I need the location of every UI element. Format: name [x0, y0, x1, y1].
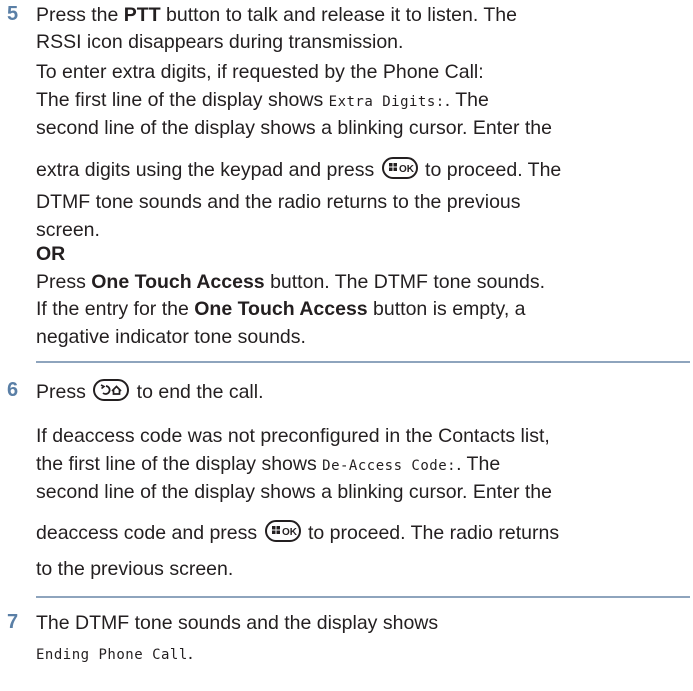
step-text-line: To enter extra digits, if requested by t… [36, 61, 484, 83]
text: The first line of the display shows [36, 89, 329, 111]
text: extra digits using the keypad and press [36, 159, 380, 181]
step-text-line: If the entry for the One Touch Access bu… [36, 297, 526, 321]
step-number: 5 [7, 3, 19, 25]
step-number: 6 [7, 379, 19, 401]
step-text-line: Ending Phone Call. [36, 641, 193, 667]
text: button to talk and release it to listen.… [160, 4, 517, 26]
text: the first line of the display shows [36, 453, 323, 475]
step-number: 7 [7, 611, 19, 633]
text: Press [36, 381, 92, 403]
svg-text:OK: OK [399, 164, 415, 175]
step-text-line: DTMF tone sounds and the radio returns t… [36, 191, 521, 213]
display-text-ending-phone-call: Ending Phone Call [36, 647, 188, 663]
step-text-line: extra digits using the keypad and press … [36, 157, 561, 185]
text: button is empty, a [367, 298, 526, 320]
one-touch-access-label: One Touch Access [194, 298, 368, 320]
text: to proceed. The radio returns [302, 522, 560, 544]
or-separator: OR [36, 243, 66, 265]
text: to proceed. The [419, 159, 562, 181]
step-text-line: second line of the display shows a blink… [36, 481, 552, 503]
step-divider [36, 596, 690, 598]
back-home-key-icon [93, 379, 130, 407]
menu-ok-key-icon: OK [264, 520, 301, 548]
menu-ok-key-icon: OK [381, 157, 418, 185]
step-text-line: screen. [36, 219, 100, 241]
step-text-line: Press the PTT button to talk and release… [36, 3, 517, 27]
one-touch-access-label: One Touch Access [91, 271, 265, 293]
step-text-line: negative indicator tone sounds. [36, 326, 306, 348]
display-text-de-access-code: De-Access Code: [322, 458, 457, 474]
text: Press [36, 271, 92, 293]
step-text-line: the first line of the display shows De-A… [36, 452, 500, 478]
display-text-extra-digits: Extra Digits: [328, 94, 445, 110]
step-text-line: deaccess code and press OK to proceed. T… [36, 520, 559, 548]
text: . The [456, 453, 501, 475]
step-text-line: to the previous screen. [36, 558, 234, 580]
step-text-line: If deaccess code was not preconfigured i… [36, 425, 550, 447]
step-text-line: Press One Touch Access button. The DTMF … [36, 270, 545, 294]
text: . [187, 642, 194, 664]
step-divider [36, 361, 690, 363]
text: deaccess code and press [36, 522, 263, 544]
step-text-line: RSSI icon disappears during transmission… [36, 31, 404, 53]
text: button. The DTMF tone sounds. [264, 271, 546, 293]
ptt-button-label: PTT [123, 4, 161, 26]
text: If the entry for the [36, 298, 195, 320]
text: to end the call. [131, 381, 264, 403]
step-text-line: The DTMF tone sounds and the display sho… [36, 612, 439, 634]
step-text-line: Press to end the call. [36, 379, 264, 407]
text: Press the [36, 4, 124, 26]
step-text-line: second line of the display shows a blink… [36, 117, 552, 139]
step-text-line: The first line of the display shows Extr… [36, 88, 489, 114]
svg-text:OK: OK [282, 527, 298, 538]
text: . The [444, 89, 489, 111]
